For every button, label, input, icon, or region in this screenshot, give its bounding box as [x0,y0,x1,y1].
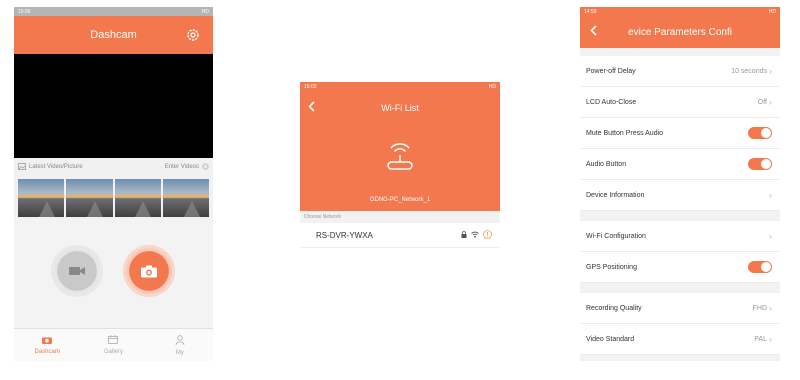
chevron-right-icon: › [769,65,772,76]
setting-label: Video Standard [586,335,635,343]
setting-row-mute-button-audio: Mute Button Press Audio [580,118,780,149]
wifi-icon [471,231,479,240]
page-title: Dashcam [90,29,137,41]
setting-label: Wi-Fi Configuration [586,232,646,240]
setting-value: PAL [754,335,767,343]
status-bar: 15:02 HD [300,82,500,91]
tab-gallery[interactable]: Gallery [80,329,146,361]
setting-label: Power-off Delay [586,67,636,75]
video-camera-icon [69,267,85,275]
video-thumbnail[interactable] [66,179,113,217]
status-indicators: HD [488,83,496,90]
close-circle-icon [202,162,209,172]
tab-label: Gallery [103,349,123,355]
setting-row-lcd-auto-close[interactable]: LCD Auto-Close Off › [580,87,780,118]
enter-videos-link[interactable]: Enter Videos [164,162,209,172]
take-photo-button[interactable] [126,248,172,294]
live-video-view[interactable] [14,54,213,158]
setting-row-recording-quality[interactable]: Recording Quality FHD › [580,293,780,324]
bottom-tab-bar: Dashcam Gallery My [14,328,213,361]
setting-row-wifi-configuration[interactable]: Wi-Fi Configuration › [580,221,780,252]
status-indicators: HD [768,8,776,15]
latest-media-bar: Latest Video/Picture Enter Videos [14,158,213,176]
network-row[interactable]: RS-DVR-YWXA [300,223,500,248]
wifi-list-screen: 15:02 HD Wi-Fi List GDNG-PC_Network_1 Ch… [300,82,500,250]
video-thumbnail[interactable] [114,179,161,217]
setting-value: 10 seconds [731,67,767,75]
app-header: Dashcam [14,16,213,54]
setting-label: Recording Quality [586,304,642,312]
back-arrow-icon[interactable] [308,101,315,114]
chevron-right-icon: › [769,302,772,313]
mute-audio-toggle[interactable] [748,127,772,139]
record-video-button[interactable] [54,248,100,294]
setting-label: Audio Button [586,160,627,168]
setting-row-audio-button: Audio Button [580,149,780,180]
page-title: evice Parameters Confi [628,26,732,38]
setting-row-video-standard[interactable]: Video Standard PAL › [580,324,780,355]
status-time: 15:00 [18,8,31,15]
choose-network-label: Choose Network [300,211,500,223]
setting-row-device-information[interactable]: Device Information › [580,180,780,211]
tab-label: Dashcam [34,348,60,355]
camera-icon [42,336,53,346]
status-bar: 15:00 HD [14,7,213,16]
tab-label: My [175,349,184,356]
chevron-right-icon: › [769,189,772,200]
calendar-icon [108,335,119,346]
chevron-right-icon: › [769,230,772,241]
setting-value: Off [757,98,767,106]
router-icon [383,138,417,177]
video-thumbnail[interactable] [18,179,65,217]
status-time: 14:59 [584,8,597,15]
chevron-right-icon: › [769,333,772,344]
camera-icon [141,265,157,278]
thumbnail-strip [14,176,213,220]
connected-network-name: GDNG-PC_Network_1 [369,197,431,203]
info-icon[interactable] [483,229,492,241]
status-time: 15:02 [304,83,317,90]
latest-label: Latest Video/Picture [29,164,83,170]
setting-label: Mute Button Press Audio [586,129,664,137]
setting-row-gps-positioning: GPS Positioning [580,252,780,283]
tab-dashcam[interactable]: Dashcam [14,329,80,361]
tab-my[interactable]: My [147,329,213,361]
setting-label: LCD Auto-Close [586,98,637,106]
setting-value: FHD [752,304,767,312]
back-arrow-icon[interactable] [590,25,597,39]
image-icon [18,162,26,172]
chevron-right-icon: › [769,96,772,107]
video-thumbnail[interactable] [162,179,209,217]
wifi-header-panel: Wi-Fi List GDNG-PC_Network_1 [300,91,500,211]
enter-videos-label: Enter Videos [164,164,199,170]
audio-button-toggle[interactable] [748,158,772,170]
capture-controls [14,219,213,329]
status-bar: 14:59 HD [580,7,780,16]
setting-row-power-off-delay[interactable]: Power-off Delay 10 seconds › [580,56,780,87]
page-title: Wi-Fi List [381,103,419,113]
dashcam-screen: 15:00 HD Dashcam Latest Video/Picture En… [14,7,213,361]
setting-label: Device Information [586,191,645,199]
setting-label: GPS Positioning [586,263,637,271]
gps-toggle[interactable] [748,261,772,273]
device-parameters-screen: 14:59 HD evice Parameters Confi Power-of… [580,7,780,361]
network-name: RS-DVR-YWXA [316,230,373,240]
user-icon [175,334,185,347]
gear-icon[interactable] [186,28,200,45]
status-indicators: HD [201,8,209,15]
lock-icon [461,230,467,240]
app-header: evice Parameters Confi [580,16,780,48]
